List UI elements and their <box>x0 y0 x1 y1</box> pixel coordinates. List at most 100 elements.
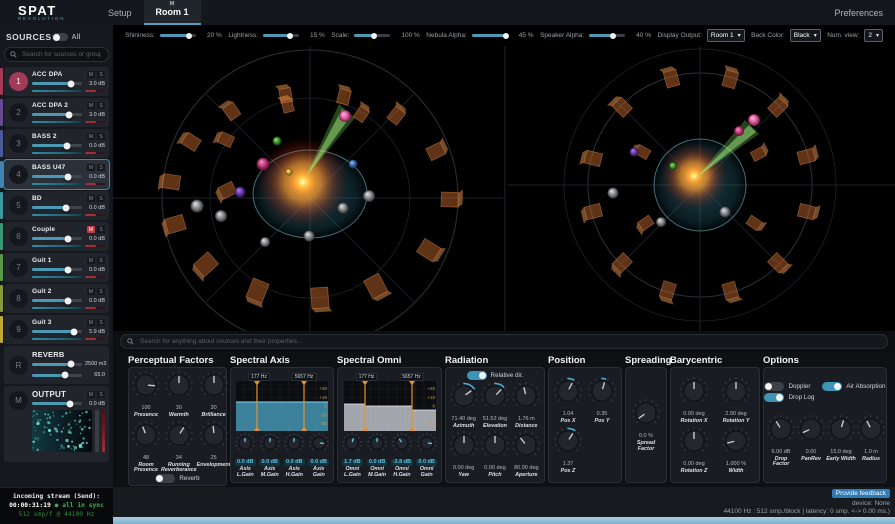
knob-dial[interactable] <box>679 376 709 411</box>
preferences-button[interactable]: Preferences <box>834 8 883 18</box>
source-gain-slider[interactable] <box>32 82 82 85</box>
source-gain-slider[interactable] <box>32 268 82 271</box>
mute-button[interactable]: M <box>87 226 95 233</box>
knob-dial[interactable] <box>480 430 510 465</box>
mute-button[interactable]: M <box>87 391 95 398</box>
knob-rotation-y[interactable]: 2.00 degRotation Y <box>715 376 757 425</box>
knob-pos-z[interactable]: 1.37Pos Z <box>551 426 585 475</box>
knob-axis-l-gain[interactable]: 0.0 dBAxis L.Gain <box>233 432 258 478</box>
source-row-guit-3[interactable]: 9Guit 3MS5.9 dB <box>4 315 109 344</box>
knob-dial[interactable] <box>164 420 194 455</box>
solo-button[interactable]: S <box>97 102 105 109</box>
source-row-bd[interactable]: 5BDMS0.0 dB <box>4 191 109 220</box>
knob-dial[interactable] <box>416 432 438 459</box>
global-search-input[interactable] <box>138 337 881 346</box>
knob-dial[interactable] <box>199 420 229 455</box>
reverb-slider-2[interactable] <box>32 374 82 377</box>
knob-dial[interactable] <box>283 432 305 459</box>
knob-presence[interactable]: 100Presence <box>131 370 161 419</box>
knob-pitch[interactable]: 0.00 degPitch <box>479 430 510 479</box>
provide-feedback-button[interactable]: Provide feedback <box>832 489 890 498</box>
knob-rotation-x[interactable]: 0.00 degRotation X <box>673 376 715 425</box>
knob-dial[interactable] <box>341 432 363 459</box>
knob-dial[interactable] <box>131 420 161 455</box>
mute-button[interactable]: M <box>87 164 95 171</box>
source-row-guit-1[interactable]: 7Guit 1MS0.0 dB <box>4 253 109 282</box>
knob-azimuth[interactable]: 71.40 degAzimuth <box>448 381 479 430</box>
knob-radius[interactable]: 1.0 mRadius <box>856 414 886 468</box>
knob-dial[interactable] <box>131 370 161 405</box>
source-row-guit-2[interactable]: 8Guit 2MS0.0 dB <box>4 284 109 313</box>
solo-button[interactable]: S <box>97 71 105 78</box>
knob-dial[interactable] <box>199 370 229 405</box>
knob-envelopment[interactable]: 25Envelopment <box>197 420 231 474</box>
toolbar-slider-shininess[interactable] <box>160 34 196 37</box>
toggle-relative-dir[interactable]: Relative dir. <box>467 371 524 380</box>
toggle-doppler[interactable]: Doppler <box>764 382 814 391</box>
solo-button[interactable]: S <box>97 195 105 202</box>
mute-button[interactable]: M <box>87 319 95 326</box>
knob-axis-gain[interactable]: 0.0 dBAxis Gain <box>307 432 332 478</box>
knob-dial[interactable] <box>856 414 886 449</box>
graph-axis[interactable]: 177 Hz5657 Hz+20+100-10-20 <box>236 381 328 431</box>
mute-button[interactable]: M <box>87 288 95 295</box>
knob-dial[interactable] <box>234 432 256 459</box>
knob-aperture[interactable]: 80.00 degAperture <box>511 430 542 479</box>
knob-dial[interactable] <box>391 432 413 459</box>
knob-dial[interactable] <box>553 376 583 411</box>
toggle-drop-log[interactable]: Drop Log <box>764 393 814 402</box>
knob-panrev[interactable]: 0.00PanRev <box>796 414 826 468</box>
knob-rotation-z[interactable]: 0.00 degRotation Z <box>673 426 715 475</box>
toolbar-slider-nebula-alpha[interactable] <box>472 34 508 37</box>
knob-omni-h-gain[interactable]: -3.8 dBOmni H.Gain <box>390 432 415 478</box>
knob-dial[interactable] <box>480 381 510 416</box>
knob-dial[interactable] <box>449 430 479 465</box>
knob-distance[interactable]: 1.76 mDistance <box>511 381 542 430</box>
toolbar-slider-speaker-alpha[interactable] <box>589 34 625 37</box>
knob-axis-m-gain[interactable]: 0.0 dBAxis M.Gain <box>258 432 283 478</box>
source-row-bass-2[interactable]: 3BASS 2MS0.0 dB <box>4 129 109 158</box>
3d-viewport[interactable] <box>113 46 895 331</box>
knob-spread-factor[interactable]: 0.0 %Spread Factor <box>628 398 664 452</box>
solo-button[interactable]: S <box>97 257 105 264</box>
solo-button[interactable]: S <box>97 288 105 295</box>
toggle-reverb[interactable]: Reverb <box>155 474 199 483</box>
knob-pos-y[interactable]: 0.35Pos Y <box>585 376 619 425</box>
knob-dial[interactable] <box>511 430 541 465</box>
knob-warmth[interactable]: 30Warmth <box>161 370 197 419</box>
knob-omni-gain[interactable]: 0.0 dBOmni Gain <box>414 432 439 478</box>
knob-dial[interactable] <box>511 381 541 416</box>
knob-dial[interactable] <box>766 414 796 449</box>
output-row[interactable]: MOUTPUTMS0.0 dB <box>4 386 109 462</box>
knob-dial[interactable] <box>366 432 388 459</box>
reverb-size-slider[interactable] <box>32 363 82 366</box>
knob-room-presence[interactable]: 48Room Presence <box>131 420 161 474</box>
knob-drop-factor[interactable]: 6.00 dBDrop Factor <box>766 414 796 468</box>
knob-yaw[interactable]: 0.00 degYaw <box>448 430 479 479</box>
toolbar-slider-scale[interactable] <box>354 34 390 37</box>
knob-omni-l-gain[interactable]: 1.7 dBOmni L.Gain <box>340 432 365 478</box>
source-gain-slider[interactable] <box>32 299 82 302</box>
sources-all-toggle[interactable] <box>52 33 68 41</box>
tab-room-1[interactable]: M Room 1 <box>144 0 201 25</box>
source-gain-slider[interactable] <box>32 330 82 333</box>
tab-setup[interactable]: Setup <box>96 0 144 25</box>
source-row-couple[interactable]: 6CoupleMS0.0 dB <box>4 222 109 251</box>
source-row-acc-dpa[interactable]: 1ACC DPAMS3.0 dB <box>4 67 109 96</box>
solo-button[interactable]: S <box>97 391 105 398</box>
knob-early-width[interactable]: 15.0 degEarly Width <box>826 414 856 468</box>
toggle-air-absorption[interactable]: Air Absorption <box>822 382 885 391</box>
mute-button[interactable]: M <box>87 71 95 78</box>
source-gain-slider[interactable] <box>32 113 82 116</box>
source-row-bass-u47[interactable]: 4BASS U47MS0.0 dB <box>4 160 109 189</box>
knob-brilliance[interactable]: 30Brilliance <box>197 370 231 419</box>
dropdown-display-output[interactable]: Room 1▾ <box>707 29 745 42</box>
toolbar-slider-lightness[interactable] <box>263 34 299 37</box>
sidebar-search-input[interactable] <box>20 50 103 59</box>
mute-button[interactable]: M <box>87 102 95 109</box>
graph-omni[interactable]: 177 Hz5657 Hz+20+100-10-20 <box>344 381 436 431</box>
knob-dial[interactable] <box>721 376 751 411</box>
mute-button[interactable]: M <box>87 133 95 140</box>
knob-dial[interactable] <box>721 426 751 461</box>
dropdown-back-color[interactable]: Black▾ <box>790 29 821 42</box>
